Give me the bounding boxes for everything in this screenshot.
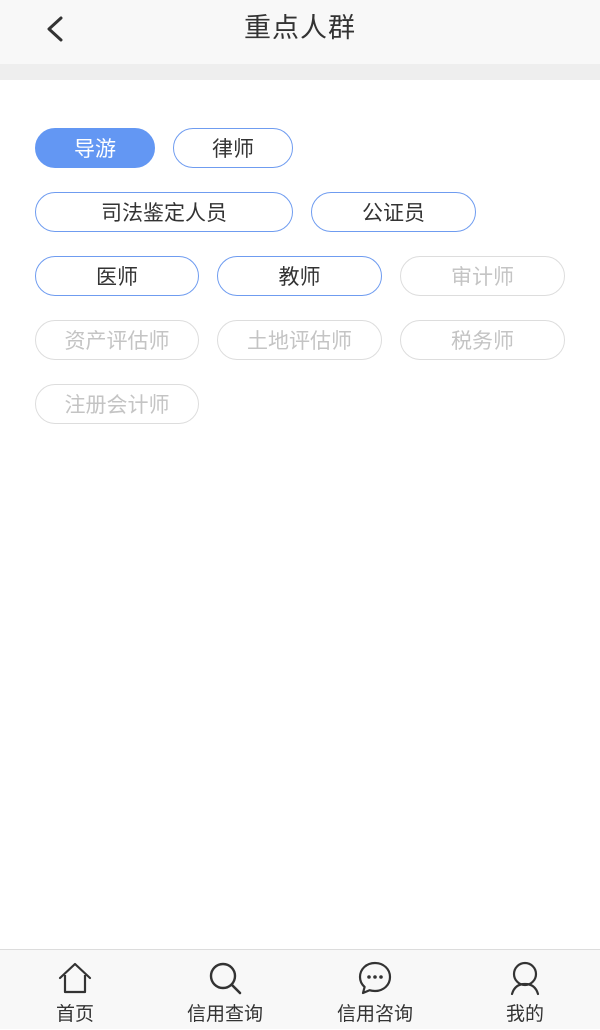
tab-credit-query[interactable]: 信用查询 — [150, 950, 300, 1030]
tag-label: 导游 — [74, 137, 116, 161]
page-title: 重点人群 — [244, 13, 356, 44]
tag-list: 导游 律师 司法鉴定人员 公证员 医师 教师 审计师 资产评估师 土地评估师 税… — [35, 128, 565, 424]
tag-label: 资产评估师 — [64, 329, 170, 353]
tab-label: 信用查询 — [186, 1003, 263, 1025]
tab-credit-consult[interactable]: 信用咨询 — [300, 950, 450, 1030]
tag-label: 司法鉴定人员 — [101, 201, 227, 225]
tag-lawyer[interactable]: 律师 — [173, 128, 293, 168]
tag-label: 医师 — [96, 265, 138, 289]
header-divider — [0, 64, 600, 80]
tag-label: 审计师 — [451, 265, 514, 289]
tab-mine[interactable]: 我的 — [450, 950, 600, 1030]
tag-label: 教师 — [278, 265, 321, 289]
top-nav-bar: 重点人群 — [0, 0, 600, 64]
tab-label: 首页 — [55, 1003, 94, 1025]
tag-label: 税务师 — [451, 329, 514, 353]
user-icon — [510, 961, 540, 996]
tag-judicial-appraiser[interactable]: 司法鉴定人员 — [35, 192, 293, 232]
tag-teacher[interactable]: 教师 — [217, 256, 382, 296]
tag-label: 律师 — [212, 137, 254, 161]
bottom-tab-bar: 首页 信用查询 信用咨询 我的 — [0, 949, 600, 1029]
tag-tax-agent: 税务师 — [400, 320, 565, 360]
tag-label: 注册会计师 — [64, 393, 170, 417]
tag-auditor: 审计师 — [400, 256, 565, 296]
tab-label: 我的 — [505, 1003, 544, 1025]
tag-land-appraiser: 土地评估师 — [217, 320, 382, 360]
tab-home[interactable]: 首页 — [0, 950, 150, 1030]
tag-cpa: 注册会计师 — [35, 384, 199, 424]
tag-label: 公证员 — [362, 201, 425, 225]
tag-tour-guide[interactable]: 导游 — [35, 128, 155, 168]
chat-icon — [358, 961, 392, 995]
tag-notary[interactable]: 公证员 — [311, 192, 476, 232]
home-icon — [58, 962, 92, 994]
tag-physician[interactable]: 医师 — [35, 256, 199, 296]
tab-label: 信用咨询 — [336, 1003, 413, 1025]
tag-label: 土地评估师 — [247, 329, 352, 353]
search-icon — [209, 962, 242, 995]
tag-asset-appraiser: 资产评估师 — [35, 320, 199, 360]
